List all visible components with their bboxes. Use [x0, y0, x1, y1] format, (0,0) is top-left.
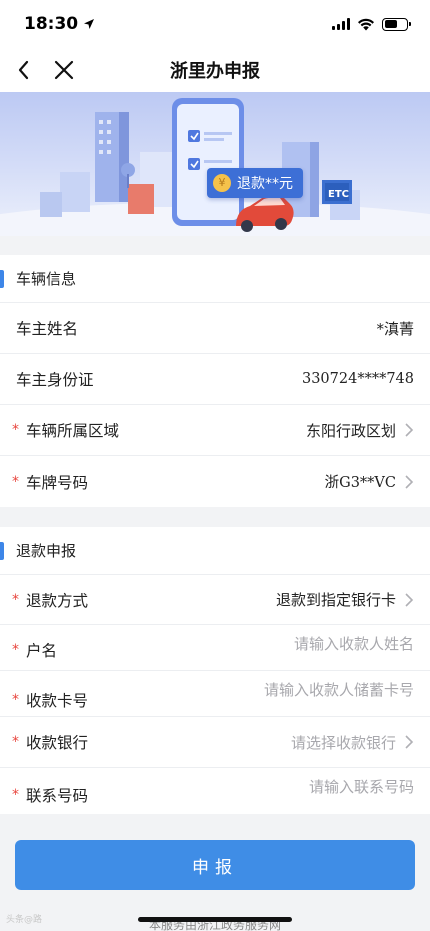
page-title: 浙里办申报	[170, 61, 260, 82]
required-mark: *	[12, 787, 19, 803]
row-label: 收款银行	[26, 734, 89, 752]
vehicle-region-value: 东阳行政区划	[305, 421, 396, 440]
bank-row[interactable]: * 收款银行 请选择收款银行	[0, 717, 430, 768]
bank-placeholder: 请选择收款银行	[290, 733, 396, 752]
owner-id-value: 330724****748	[301, 371, 414, 387]
refund-header: 退款申报	[0, 527, 430, 575]
required-mark: *	[12, 734, 19, 750]
close-icon[interactable]	[50, 56, 78, 84]
row-label-wrap: * 车辆所属区域	[12, 419, 120, 441]
status-time-text: 18:30	[24, 14, 79, 34]
section-title: 车辆信息	[16, 270, 77, 288]
row-label: 车主身份证	[16, 371, 94, 389]
watermark: 头条@路	[6, 915, 43, 925]
owner-id-row: 车主身份证 330724****748	[0, 354, 430, 405]
chevron-right-icon	[405, 474, 414, 489]
row-label: 户名	[26, 642, 58, 660]
home-indicator	[138, 917, 292, 922]
phone-row: * 联系号码 请输入联系号码	[0, 768, 430, 814]
row-label: 联系号码	[26, 787, 89, 805]
back-arrow-icon[interactable]	[12, 56, 40, 84]
status-time: 18:30	[24, 14, 95, 34]
refund-method-value: 退款到指定银行卡	[275, 591, 396, 609]
refund-amount-badge: ¥ 退款**元	[207, 168, 303, 198]
refund-section: 退款申报 * 退款方式 退款到指定银行卡 * 户名 请输入收款人姓名 * 收款卡…	[0, 527, 430, 814]
card-number-input[interactable]: 请输入收款人储蓄卡号	[264, 679, 414, 700]
bank-select[interactable]: 请选择收款银行	[291, 732, 414, 753]
refund-method-select[interactable]: 退款到指定银行卡	[276, 589, 414, 610]
etc-label: ETC	[328, 189, 349, 200]
phone-input[interactable]: 请输入联系号码	[309, 776, 414, 797]
section-title: 退款申报	[16, 542, 77, 560]
banner-illustration	[0, 98, 430, 236]
row-label-wrap: * 联系号码	[12, 776, 89, 806]
required-mark: *	[12, 591, 19, 608]
row-label-wrap: * 车牌号码	[12, 471, 89, 493]
battery-icon	[382, 17, 411, 31]
vehicle-info-header: 车辆信息	[0, 255, 430, 303]
refund-method-row[interactable]: * 退款方式 退款到指定银行卡	[0, 575, 430, 625]
refund-banner: ¥ 退款**元 ETC	[0, 92, 430, 236]
account-name-row: * 户名 请输入收款人姓名	[0, 625, 430, 671]
row-label: 退款方式	[26, 591, 89, 610]
row-label-wrap: * 退款方式	[12, 589, 89, 611]
owner-name-row: 车主姓名 *滇菁	[0, 303, 430, 354]
coin-icon: ¥	[213, 174, 231, 192]
row-label: 车主姓名	[16, 320, 79, 338]
chevron-right-icon	[405, 423, 414, 437]
account-name-input[interactable]: 请输入收款人姓名	[294, 633, 414, 654]
required-mark: *	[12, 642, 19, 658]
row-label: 收款卡号	[26, 692, 89, 710]
row-label: 车辆所属区域	[26, 422, 120, 440]
required-mark: *	[12, 692, 19, 708]
wifi-icon	[358, 18, 374, 30]
nav-bar: 浙里办申报	[0, 48, 430, 92]
vehicle-region-select[interactable]: 东阳行政区划	[306, 420, 414, 441]
required-mark: *	[12, 422, 19, 438]
owner-name-value: *滇菁	[376, 319, 414, 338]
required-mark: *	[12, 473, 19, 490]
vehicle-info-section: 车辆信息 车主姓名 *滇菁 车主身份证 330724****748 * 车辆所属…	[0, 255, 430, 507]
chevron-right-icon	[405, 735, 414, 749]
status-bar: 18:30	[0, 0, 430, 48]
status-icons	[332, 17, 411, 31]
row-label: 车牌号码	[26, 473, 89, 492]
card-number-row: * 收款卡号 请输入收款人储蓄卡号	[0, 671, 430, 717]
plate-number-value: 浙G3**VC	[324, 475, 396, 491]
location-arrow-icon	[84, 19, 95, 29]
plate-number-row[interactable]: * 车牌号码 浙G3**VC	[0, 456, 430, 507]
chevron-right-icon	[405, 592, 414, 607]
row-label-wrap: * 收款银行	[12, 731, 89, 753]
row-label-wrap: * 户名	[12, 633, 58, 661]
vehicle-region-row[interactable]: * 车辆所属区域 东阳行政区划	[0, 405, 430, 456]
submit-button[interactable]: 申报	[15, 840, 415, 890]
cellular-signal-icon	[332, 18, 350, 30]
row-label-wrap: * 收款卡号	[12, 679, 89, 711]
refund-badge-text: 退款**元	[237, 176, 293, 192]
plate-number-select[interactable]: 浙G3**VC	[325, 471, 414, 492]
